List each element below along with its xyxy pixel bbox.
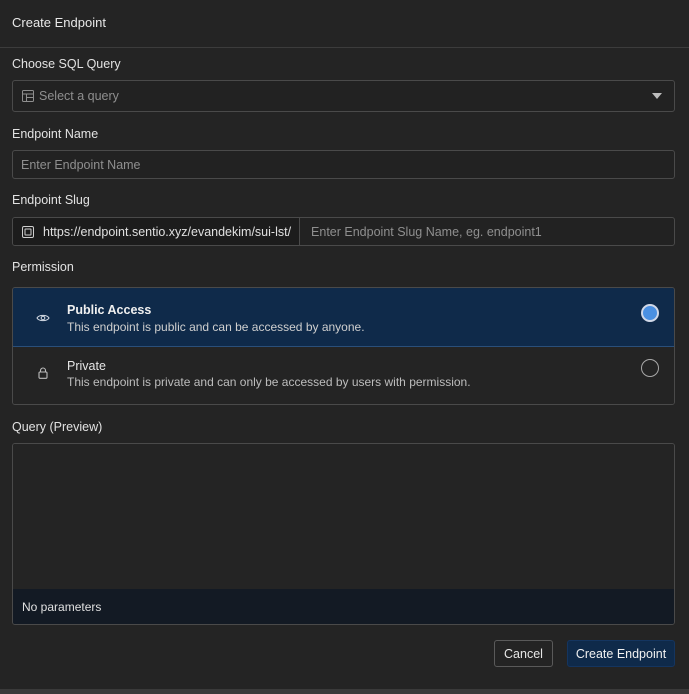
eye-icon <box>35 310 51 326</box>
query-parameters: No parameters <box>13 589 674 624</box>
dialog-header: Create Endpoint <box>0 0 689 48</box>
sql-query-select[interactable]: Select a query <box>12 80 675 112</box>
permission-label: Permission <box>12 260 74 274</box>
private-description: This endpoint is private and can only be… <box>67 375 471 389</box>
chevron-down-icon <box>652 93 662 99</box>
endpoint-name-label: Endpoint Name <box>12 127 99 141</box>
dialog-title: Create Endpoint <box>12 15 106 30</box>
dialog-bottom-edge <box>0 689 689 694</box>
permission-radio-group: Public Access This endpoint is public an… <box>12 287 675 405</box>
slug-prefix: https://endpoint.sentio.xyz/evandekim/su… <box>13 218 301 245</box>
slug-suffix <box>300 218 674 245</box>
public-access-title: Public Access <box>67 303 152 317</box>
cancel-button[interactable]: Cancel <box>494 640 553 667</box>
create-endpoint-dialog: Create Endpoint Choose SQL Query Select … <box>0 0 689 694</box>
slug-prefix-url: https://endpoint.sentio.xyz/evandekim/su… <box>43 224 292 239</box>
endpoint-name-field-wrapper <box>12 150 675 179</box>
table-icon <box>22 90 34 102</box>
query-preview-editor[interactable] <box>13 444 674 590</box>
permission-option-private[interactable]: Private This endpoint is private and can… <box>13 347 674 404</box>
endpoint-name-input[interactable] <box>13 151 674 178</box>
public-access-description: This endpoint is public and can be acces… <box>67 320 365 334</box>
public-access-radio[interactable] <box>641 304 659 322</box>
endpoint-slug-input[interactable] <box>300 218 674 245</box>
copy-icon[interactable] <box>22 225 34 238</box>
sql-query-placeholder: Select a query <box>39 89 119 103</box>
lock-icon <box>35 365 51 381</box>
sql-query-label: Choose SQL Query <box>12 57 121 71</box>
query-preview-label: Query (Preview) <box>12 420 103 434</box>
create-endpoint-button[interactable]: Create Endpoint <box>567 640 675 667</box>
permission-option-public[interactable]: Public Access This endpoint is public an… <box>13 288 674 347</box>
private-title: Private <box>67 359 106 373</box>
query-preview-panel: No parameters <box>12 443 675 625</box>
private-radio[interactable] <box>641 359 659 377</box>
endpoint-slug-label: Endpoint Slug <box>12 193 90 207</box>
endpoint-slug-field: https://endpoint.sentio.xyz/evandekim/su… <box>12 217 675 246</box>
